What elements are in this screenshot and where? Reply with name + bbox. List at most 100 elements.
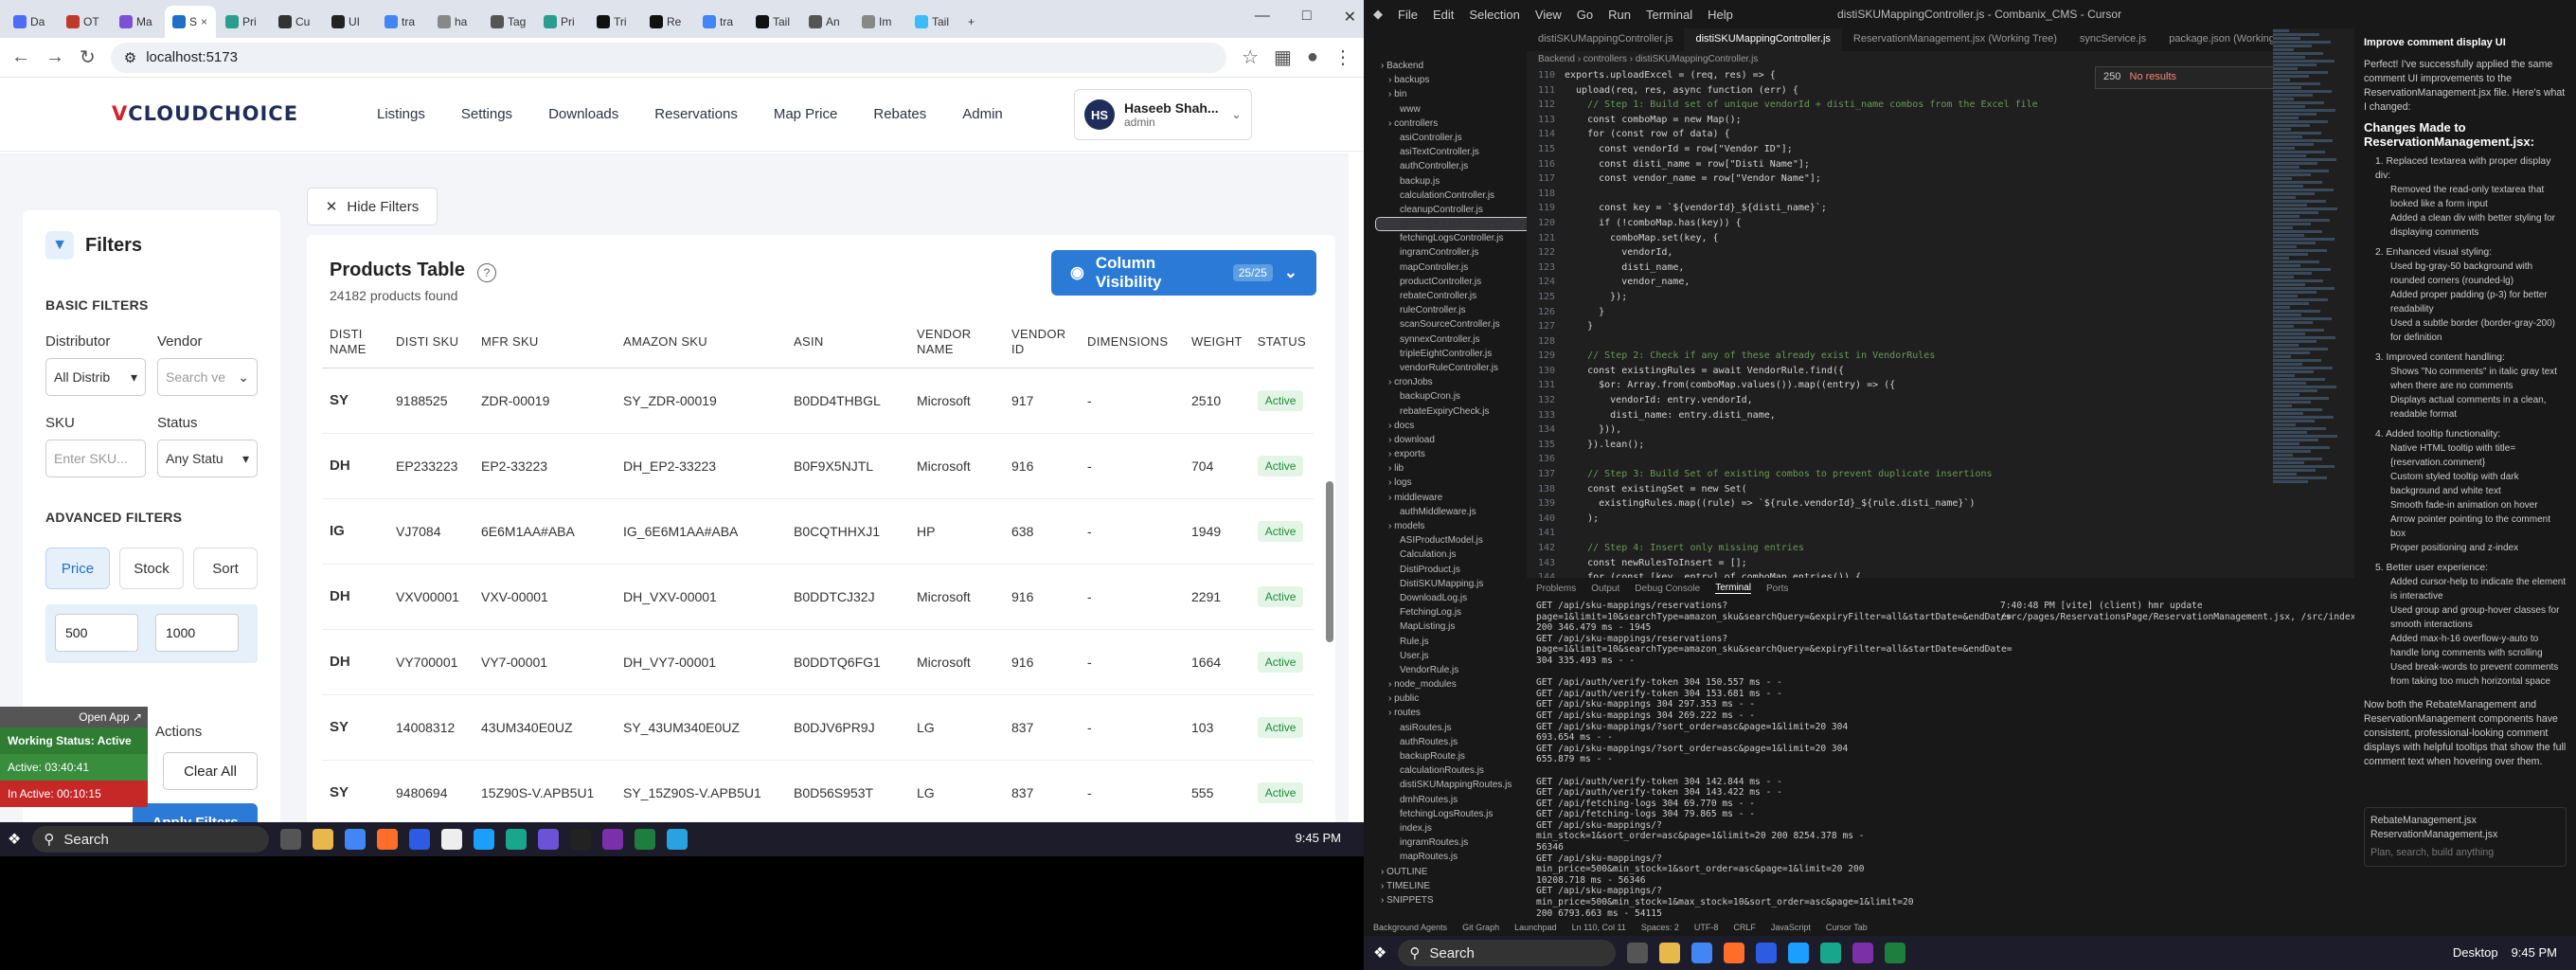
terminal-output[interactable]: GET /api/sku-mappings/reservations?page=… bbox=[1536, 601, 2012, 919]
explorer-file[interactable]: backupRoute.js bbox=[1375, 749, 1527, 763]
explorer-folder[interactable]: › models bbox=[1375, 519, 1527, 533]
explorer-file[interactable]: scanSourceController.js bbox=[1375, 317, 1527, 332]
tab-sort[interactable]: Sort bbox=[193, 548, 258, 589]
firefox-icon[interactable] bbox=[1724, 943, 1745, 963]
app-icon[interactable] bbox=[538, 829, 560, 850]
explorer-file[interactable]: calculationController.js bbox=[1375, 189, 1527, 203]
editor-tab[interactable]: syncService.js bbox=[2068, 28, 2157, 51]
editor-menu-selection[interactable]: Selection bbox=[1469, 8, 1519, 22]
editor-tab[interactable]: package.json (Working Tree) bbox=[2157, 28, 2273, 51]
explorer-file[interactable]: dmhRoutes.js bbox=[1375, 793, 1527, 807]
explorer-folder[interactable]: › routes bbox=[1375, 706, 1527, 720]
close-icon[interactable]: ✕ bbox=[1344, 8, 1356, 27]
forward-icon[interactable]: → bbox=[45, 46, 64, 68]
column-header[interactable]: DIMENSIONS bbox=[1080, 316, 1184, 368]
status-item[interactable]: Spaces: 2 bbox=[1641, 923, 1679, 932]
bookmark-star-icon[interactable]: ☆ bbox=[1242, 45, 1259, 69]
close-icon[interactable]: × bbox=[201, 15, 207, 28]
explorer-file[interactable]: asiTextController.js bbox=[1375, 145, 1527, 159]
hide-filters-button[interactable]: ✕ Hide Filters bbox=[307, 188, 438, 225]
vscode-icon[interactable] bbox=[1820, 943, 1842, 963]
explorer-file[interactable]: DownloadLog.js bbox=[1375, 591, 1527, 605]
column-header[interactable]: WEIGHT bbox=[1184, 316, 1250, 368]
onenote-icon[interactable] bbox=[1852, 943, 1874, 963]
explorer-file[interactable]: Calculation.js bbox=[1375, 548, 1527, 562]
nav-reservations[interactable]: Reservations bbox=[654, 106, 738, 122]
explorer-folder[interactable]: › controllers bbox=[1375, 117, 1527, 131]
onenote-icon[interactable] bbox=[602, 829, 624, 850]
explorer-file[interactable]: fetchingLogsController.js bbox=[1375, 231, 1527, 245]
explorer-file[interactable]: User.js bbox=[1375, 649, 1527, 663]
explorer-file[interactable]: ruleController.js bbox=[1375, 303, 1527, 317]
explorer-folder[interactable]: › Backend bbox=[1375, 59, 1527, 73]
column-header[interactable]: MFR SKU bbox=[474, 316, 616, 368]
new-tab-button[interactable]: + bbox=[960, 6, 989, 38]
profile-icon[interactable]: ● bbox=[1307, 46, 1318, 68]
explorer-folder[interactable]: › cronJobs bbox=[1375, 375, 1527, 389]
chat-input-box[interactable]: RebateManagement.jsx ReservationManageme… bbox=[2364, 807, 2567, 867]
task-view-icon[interactable] bbox=[280, 829, 302, 850]
status-item[interactable]: Cursor Tab bbox=[1826, 923, 1868, 932]
address-bar[interactable]: ⚙ localhost:5173 bbox=[110, 42, 1227, 73]
extensions-icon[interactable]: ▦ bbox=[1274, 45, 1292, 69]
help-icon[interactable]: ? bbox=[477, 263, 496, 282]
edge-icon[interactable] bbox=[1788, 943, 1810, 963]
tab-price[interactable]: Price bbox=[45, 548, 110, 589]
windows-start-icon[interactable]: ❖ bbox=[1373, 943, 1386, 962]
panel-tab-output[interactable]: Output bbox=[1591, 584, 1619, 594]
explorer-file[interactable]: Rule.js bbox=[1375, 635, 1527, 649]
editor-menu-help[interactable]: Help bbox=[1708, 8, 1733, 22]
explorer-file[interactable]: asiController.js bbox=[1375, 131, 1527, 145]
explorer-file[interactable]: mapRoutes.js bbox=[1375, 850, 1527, 864]
table-row[interactable]: SY 9188525 ZDR-00019 SY_ZDR-00019 B0DD4THBGL… bbox=[322, 368, 1314, 434]
explorer-folder[interactable]: › SNIPPETS bbox=[1375, 893, 1527, 907]
browser-tab[interactable]: tra bbox=[695, 6, 746, 38]
explorer-file[interactable]: productController.js bbox=[1375, 275, 1527, 289]
minimize-icon[interactable]: — bbox=[1255, 8, 1270, 27]
explorer-file[interactable]: distiSKUMappingRoutes.js bbox=[1375, 778, 1527, 792]
column-header[interactable]: VENDOR ID bbox=[1004, 316, 1080, 368]
chat-file-1[interactable]: RebateManagement.jsx bbox=[2370, 814, 2560, 828]
editor-menu-terminal[interactable]: Terminal bbox=[1646, 8, 1692, 22]
code-editor[interactable]: distiSKUMappingController.js distiSKUMapp… bbox=[1527, 28, 2273, 578]
table-row[interactable]: SY 9480694 15Z90S-V.APB5U1 SY_15Z90S-V.APB5… bbox=[322, 760, 1314, 826]
browser-tab[interactable]: Ma bbox=[112, 6, 163, 38]
column-visibility-button[interactable]: ◉ Column Visibility 25/25 ⌄ bbox=[1051, 250, 1316, 296]
explorer-file[interactable]: distiSKUMappingController.js bbox=[1375, 217, 1527, 232]
browser-tab[interactable]: Tail bbox=[748, 6, 799, 38]
browser-tab[interactable]: ha bbox=[430, 6, 481, 38]
edge-icon[interactable] bbox=[474, 829, 495, 850]
status-item[interactable]: Background Agents bbox=[1373, 923, 1447, 932]
table-vertical-scrollbar[interactable] bbox=[1326, 481, 1333, 642]
back-icon[interactable]: ← bbox=[11, 46, 30, 68]
user-menu[interactable]: HS Haseeb Shah... admin ⌄ bbox=[1074, 89, 1252, 140]
windows-start-icon[interactable]: ❖ bbox=[8, 830, 21, 849]
explorer-folder[interactable]: › docs bbox=[1375, 419, 1527, 433]
browser-tab[interactable]: UI bbox=[324, 6, 375, 38]
taskbar-search[interactable]: ⚲ Search bbox=[32, 826, 270, 853]
status-item[interactable]: Launchpad bbox=[1514, 923, 1557, 932]
explorer-file[interactable]: authRoutes.js bbox=[1375, 735, 1527, 749]
status-item[interactable]: JavaScript bbox=[1771, 923, 1811, 932]
explorer-file[interactable]: fetchingLogsRoutes.js bbox=[1375, 807, 1527, 821]
open-app-button[interactable]: Open App ↗ bbox=[0, 707, 148, 728]
explorer-folder[interactable]: › bin bbox=[1375, 87, 1527, 101]
excel-icon[interactable] bbox=[635, 829, 656, 850]
nav-settings[interactable]: Settings bbox=[461, 106, 512, 122]
panel-tab-ports[interactable]: Ports bbox=[1766, 584, 1788, 594]
app-icon[interactable] bbox=[441, 829, 463, 850]
panel-tab-debug-console[interactable]: Debug Console bbox=[1635, 584, 1700, 594]
status-select[interactable]: Any Statu ▾ bbox=[157, 440, 258, 477]
browser-tab[interactable]: Da bbox=[6, 6, 57, 38]
vscode-icon[interactable] bbox=[506, 829, 528, 850]
explorer-file[interactable]: VendorRule.js bbox=[1375, 663, 1527, 677]
chrome-icon[interactable] bbox=[1691, 943, 1713, 963]
tab-stock[interactable]: Stock bbox=[119, 548, 184, 589]
desktop-label[interactable]: Desktop bbox=[2453, 945, 2498, 960]
terminal-output-vite[interactable]: 7:40:48 PM [vite] (client) hmr update /s… bbox=[2000, 601, 2379, 622]
explorer-file[interactable]: cleanupController.js bbox=[1375, 203, 1527, 217]
explorer-folder[interactable]: › node_modules bbox=[1375, 677, 1527, 692]
column-header[interactable]: VENDOR NAME bbox=[909, 316, 1004, 368]
explorer-folder[interactable]: › exports bbox=[1375, 447, 1527, 461]
browser-tab[interactable]: Tag bbox=[483, 6, 534, 38]
